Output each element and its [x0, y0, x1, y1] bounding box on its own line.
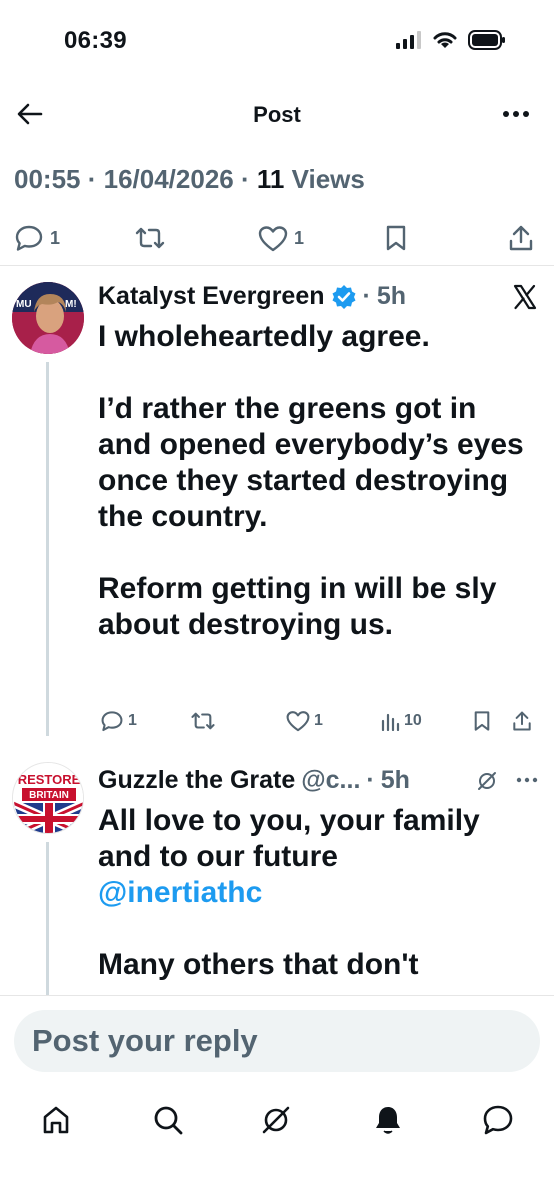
reply-paragraph: I wholeheartedly agree. — [98, 320, 430, 353]
status-icons — [396, 30, 506, 50]
home-icon — [43, 1106, 69, 1134]
nav-notifications[interactable] — [368, 1100, 408, 1140]
bookmark-icon — [386, 225, 406, 251]
reply-text: All love to you, your family and to our … — [98, 804, 480, 873]
share-icon — [509, 225, 533, 251]
reply-item[interactable]: RESTORE BRITAIN Guzzle the Grate @c... · 5… — [0, 736, 554, 995]
heart-icon — [286, 711, 310, 732]
reply-body: All love to you, your family and to our … — [98, 803, 536, 983]
wifi-icon — [433, 32, 457, 48]
x-logo-icon — [512, 284, 538, 315]
more-options-button[interactable] — [500, 98, 532, 130]
thread-line — [46, 362, 49, 736]
post-like-count: 1 — [294, 227, 305, 248]
mention-link[interactable]: @inertiathc — [98, 876, 262, 909]
reply-paragraph: All love to you, your family and to our … — [98, 803, 536, 911]
nav-grok[interactable] — [256, 1100, 296, 1140]
verified-badge-icon — [332, 284, 356, 309]
reply-repost-button[interactable] — [190, 706, 216, 736]
avatar[interactable]: MU M! — [12, 282, 84, 354]
repost-icon — [135, 227, 165, 249]
reply-paragraph: Reform getting in will be sly about dest… — [98, 572, 497, 641]
heart-icon — [258, 225, 288, 251]
avatar-text-banner: BRITAIN — [29, 790, 69, 801]
avatar-image: RESTORE BRITAIN — [13, 763, 83, 833]
avatar-text-top: RESTORE — [18, 772, 81, 787]
thread-line — [46, 842, 49, 995]
reply-action-bar: 1 1 10 — [98, 706, 540, 736]
search-icon — [154, 1106, 183, 1135]
nav-search[interactable] — [148, 1100, 188, 1140]
top-bar: Post — [0, 84, 554, 146]
views-chart-icon — [381, 713, 400, 731]
reply-views-button[interactable]: 10 — [380, 706, 422, 736]
reply-header: Guzzle the Grate @c... · 5h — [98, 766, 410, 795]
bottom-nav — [0, 1090, 554, 1150]
post-date: 16/04/2026 — [103, 164, 234, 194]
post-bookmark-button[interactable] — [384, 218, 408, 258]
avatar-image: MU M! — [12, 282, 84, 354]
bookmark-icon — [474, 711, 490, 731]
reply-more-button[interactable] — [516, 770, 538, 788]
reply-reply-button[interactable]: 1 — [100, 706, 137, 736]
post-reply-count: 1 — [50, 227, 61, 248]
reply-bookmark-button[interactable] — [472, 706, 492, 736]
message-icon — [483, 1105, 513, 1135]
post-time: 00:55 — [14, 164, 81, 194]
reply-icon — [101, 711, 123, 732]
reply-share-button[interactable] — [512, 706, 532, 736]
post-like-button[interactable]: 1 — [258, 218, 304, 258]
separator: · — [366, 766, 375, 794]
avatar-text-right: M! — [65, 299, 77, 310]
post-views-label: Views — [291, 164, 365, 194]
separator: · — [362, 282, 371, 310]
reply-paragraph: Many others that don't — [98, 948, 419, 981]
reply-age: 5h — [380, 766, 410, 794]
post-repost-button[interactable] — [134, 218, 166, 258]
nav-messages[interactable] — [478, 1100, 518, 1140]
reply-author-name[interactable]: Guzzle the Grate — [98, 766, 295, 795]
post-meta: 00:55 · 16/04/2026 · 11 Views — [14, 164, 365, 194]
nav-home[interactable] — [36, 1100, 76, 1140]
reply-header: Katalyst Evergreen · 5h — [98, 282, 406, 311]
repost-icon — [191, 712, 215, 730]
post-share-button[interactable] — [508, 218, 534, 258]
reply-author-name[interactable]: Katalyst Evergreen — [98, 282, 325, 311]
reply-paragraph: I’d rather the greens got in and opened … — [98, 392, 524, 533]
reply-like-count: 1 — [314, 712, 323, 729]
reply-icon — [15, 225, 43, 251]
post-reply-button[interactable]: 1 — [14, 218, 60, 258]
reply-like-button[interactable]: 1 — [286, 706, 323, 736]
reply-views-count: 10 — [404, 712, 422, 729]
battery-icon — [468, 30, 505, 50]
bell-icon — [376, 1107, 400, 1134]
reply-author-handle[interactable]: @c... — [301, 766, 360, 795]
reply-age: 5h — [376, 282, 407, 310]
grok-icon — [262, 1106, 290, 1134]
status-time: 06:39 — [64, 27, 127, 54]
reply-reply-count: 1 — [128, 712, 137, 729]
reply-item[interactable]: MU M! Katalyst Evergreen · 5h I wholehear… — [0, 266, 554, 736]
signal-icon — [396, 31, 421, 49]
avatar-text-left: MU — [16, 299, 32, 310]
reply-input[interactable]: Post your reply — [14, 1010, 540, 1072]
grok-icon[interactable] — [476, 770, 498, 797]
status-bar: 06:39 — [0, 0, 554, 84]
post-views-count: 11 — [256, 164, 285, 194]
reply-body: I wholeheartedly agree. I’d rather the g… — [98, 319, 536, 643]
more-icon — [503, 111, 529, 117]
page-title: Post — [253, 102, 301, 127]
post-action-bar: 1 1 — [0, 218, 554, 258]
share-icon — [513, 711, 531, 731]
more-icon — [516, 777, 538, 783]
avatar[interactable]: RESTORE BRITAIN — [12, 762, 84, 834]
